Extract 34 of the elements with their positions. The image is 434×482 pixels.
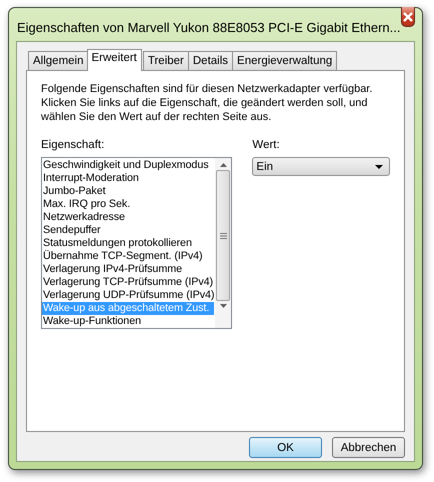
list-item[interactable]: Interrupt-Moderation [42, 172, 214, 185]
dropdown-arrow-icon [375, 164, 383, 168]
list-item[interactable]: Übernahme TCP-Segment. (IPv4) [42, 250, 214, 263]
value-dropdown[interactable]: Ein [252, 157, 390, 176]
dropdown-value: Ein [256, 160, 274, 172]
list-item[interactable]: Max. IRQ pro Sek. [42, 198, 214, 211]
close-icon [402, 12, 414, 22]
close-button[interactable] [400, 7, 415, 27]
grip-icon [220, 232, 227, 238]
list-item[interactable]: Geschwindigkeit und Duplexmodus [42, 159, 214, 172]
ok-button[interactable]: OK [249, 437, 322, 458]
tab[interactable]: Allgemein [28, 51, 88, 71]
description-text: Folgende Eigenschaften sind für diesen Netzwerkadapter verfügbar. Klicken Sie links auf die Eigenschaft, die geändert werden soll, und wählen Sie den Wert auf der rechten Seite aus. [41, 82, 374, 124]
list-item[interactable]: Verlagerung TCP-Prüfsumme (IPv4) [42, 276, 214, 289]
scroll-down-icon[interactable] [220, 304, 227, 308]
list-item[interactable]: Statusmeldungen protokollieren [42, 237, 214, 250]
list-item[interactable]: Wake-up-Funktionen [42, 315, 214, 328]
tab[interactable]: Treiber [142, 51, 189, 71]
tab[interactable]: Details [188, 51, 234, 71]
value-label: Wert: [252, 139, 281, 153]
list-item[interactable]: Verlagerung IPv4-Prüfsumme [42, 263, 214, 276]
property-label: Eigenschaft: [41, 139, 106, 153]
tab[interactable]: Energieverwaltung [232, 51, 338, 71]
cancel-button[interactable]: Abbrechen [332, 437, 405, 458]
scrollbar[interactable] [215, 158, 232, 328]
list-item[interactable]: Netzwerkadresse [42, 211, 214, 224]
list-item[interactable]: Sendepuffer [42, 224, 214, 237]
tab[interactable]: Erweitert [86, 49, 142, 71]
list-item[interactable]: Jumbo-Paket [42, 185, 214, 198]
scroll-thumb[interactable] [216, 170, 230, 301]
property-list[interactable] [41, 157, 232, 329]
window-title: Eigenschaften von Marvell Yukon 88E8053 PCI-E Gigabit Ethern... [17, 20, 400, 35]
list-item[interactable]: Verlagerung UDP-Prüfsumme (IPv4) [42, 289, 214, 302]
scroll-up-icon[interactable] [220, 163, 227, 167]
